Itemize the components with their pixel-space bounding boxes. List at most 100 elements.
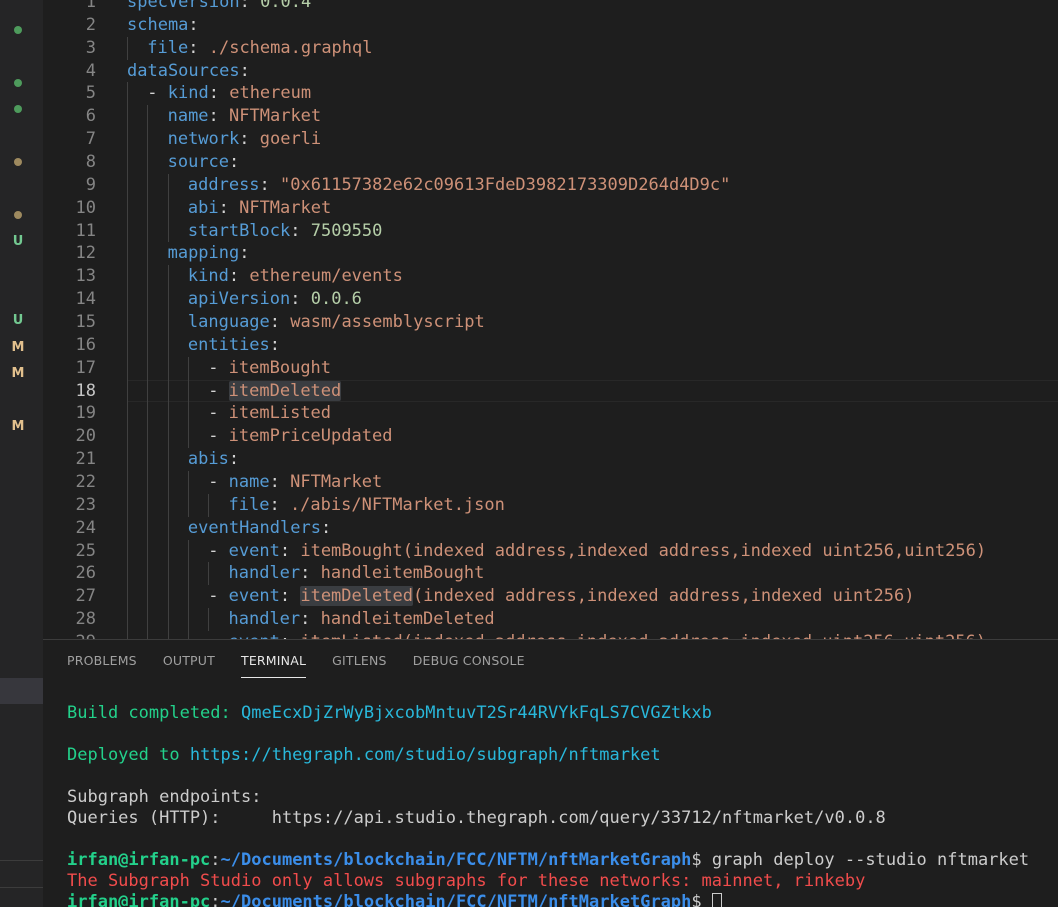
yaml-key: handler xyxy=(228,609,301,630)
editor-lines: 1 specVersion: 0.0.4 2 schema: 3 file: ./sche… xyxy=(43,0,1058,639)
indent-guide xyxy=(127,356,128,380)
code-line[interactable]: 4 dataSources: xyxy=(43,60,1058,83)
indent-guide xyxy=(147,379,149,403)
line-number: 10 xyxy=(75,197,96,218)
code-line[interactable]: 13 kind: ethereum/events xyxy=(43,265,1058,289)
code-text: - itemPriceUpdated xyxy=(208,425,392,448)
line-number: 9 xyxy=(85,174,96,195)
punctuation: : xyxy=(269,334,281,355)
punctuation: - xyxy=(208,540,229,561)
yaml-value: itemDeleted xyxy=(228,380,342,401)
indent-guide xyxy=(187,493,189,517)
yaml-key: abis xyxy=(187,449,229,470)
code-line[interactable]: 1 specVersion: 0.0.4 xyxy=(43,0,1058,14)
punctuation: - xyxy=(208,357,229,378)
indent-guide xyxy=(187,539,189,563)
indent-guide xyxy=(167,219,169,243)
indent-guide xyxy=(187,631,189,639)
code-line[interactable]: 27 - event: itemDeleted(indexed address,i… xyxy=(43,585,1058,609)
indent-guide xyxy=(167,425,169,449)
code-line[interactable]: 9 address: "0x61157382e62c09613FdeD398217… xyxy=(43,173,1058,197)
indent-guide xyxy=(147,585,149,609)
indent-guide xyxy=(147,425,149,449)
punctuation: - xyxy=(208,426,229,447)
indent-guide xyxy=(147,631,149,639)
code-text: source: xyxy=(168,151,240,174)
code-line[interactable]: 15 language: wasm/assemblyscript xyxy=(43,311,1058,334)
punctuation: : xyxy=(269,312,291,333)
code-line[interactable]: 12 mapping: xyxy=(43,242,1058,266)
code-line[interactable]: 16 entities: xyxy=(43,333,1058,357)
code-editor[interactable]: 1 specVersion: 0.0.4 2 schema: 3 file: ./sche… xyxy=(43,0,1058,639)
indent-guide xyxy=(167,539,169,563)
indent-guide xyxy=(167,493,169,517)
code-line[interactable]: 8 source: xyxy=(43,151,1058,174)
code-text: - event: itemListed(indexed address,inde… xyxy=(208,631,986,639)
code-text: address: "0x61157382e62c09613FdeD3982173… xyxy=(188,174,730,197)
code-text: apiVersion: 0.0.6 xyxy=(188,288,362,311)
tab-terminal[interactable]: TERMINAL xyxy=(240,640,307,678)
code-text: dataSources: xyxy=(127,60,250,83)
tab-output[interactable]: OUTPUT xyxy=(163,640,215,678)
git-modified-dot xyxy=(14,211,22,219)
punctuation: : xyxy=(188,14,199,35)
indent-guide xyxy=(147,105,149,129)
code-line[interactable]: 3 file: ./schema.graphql xyxy=(43,36,1058,60)
code-line[interactable]: 26 handler: handleitemBought xyxy=(43,562,1058,586)
yaml-value: NFTMarket xyxy=(239,197,332,218)
code-text: eventHandlers: xyxy=(188,517,331,540)
code-line[interactable]: 20 - itemPriceUpdated xyxy=(43,425,1058,449)
indent-guide xyxy=(127,471,128,494)
code-line[interactable]: 17 - itemBought xyxy=(43,356,1058,380)
indent-guide xyxy=(147,516,149,540)
indent-guide xyxy=(147,196,149,220)
yaml-value: ethereum/events xyxy=(249,266,403,287)
indent-guide xyxy=(187,608,189,632)
code-line[interactable]: 23 file: ./abis/NFTMarket.json xyxy=(43,493,1058,517)
code-line[interactable]: 5 - kind: ethereum xyxy=(43,82,1058,106)
indent-guide xyxy=(167,173,169,197)
line-number: 25 xyxy=(75,540,96,561)
line-number: 4 xyxy=(85,60,96,81)
line-number: 20 xyxy=(75,426,96,447)
yaml-value: itemBought xyxy=(228,357,332,378)
yaml-key: event xyxy=(228,586,280,607)
yaml-key: kind xyxy=(187,266,229,287)
punctuation: : xyxy=(218,197,240,218)
punctuation: : xyxy=(208,83,230,104)
indent-guide xyxy=(127,105,128,129)
code-line[interactable]: 19 - itemListed xyxy=(43,402,1058,426)
tab-debug-console[interactable]: DEBUG CONSOLE xyxy=(413,640,525,678)
code-text: - kind: ethereum xyxy=(147,82,311,105)
code-line[interactable]: 18 - itemDeleted xyxy=(43,379,1058,403)
indent-guide xyxy=(127,562,128,586)
code-line[interactable]: 24 eventHandlers: xyxy=(43,516,1058,540)
indent-guide xyxy=(167,265,169,289)
code-line[interactable]: 28 handler: handleitemDeleted xyxy=(43,608,1058,632)
yaml-value: itemPriceUpdated xyxy=(228,426,393,447)
code-line[interactable]: 10 abi: NFTMarket xyxy=(43,196,1058,220)
code-line[interactable]: 7 network: goerli xyxy=(43,128,1058,152)
terminal-blank xyxy=(67,766,1057,787)
git-added-dot xyxy=(14,26,22,34)
deployed-url[interactable]: https://thegraph.com/studio/subgraph/nft… xyxy=(190,745,661,765)
code-line[interactable]: 11 startBlock: 7509550 xyxy=(43,219,1058,243)
code-line[interactable]: 2 schema: xyxy=(43,14,1058,37)
code-line[interactable]: 6 name: NFTMarket xyxy=(43,105,1058,129)
terminal[interactable]: Build completed: QmeEcxDjZrWyBjxcobMntuv… xyxy=(67,703,1057,907)
code-line[interactable]: 14 apiVersion: 0.0.6 xyxy=(43,288,1058,312)
explorer-strip: U U M M M xyxy=(0,0,43,907)
code-line[interactable]: 22 - name: NFTMarket xyxy=(43,471,1058,494)
code-line[interactable]: 25 - event: itemBought(indexed address,in… xyxy=(43,539,1058,563)
code-line[interactable]: 29 - event: itemListed(indexed address,in… xyxy=(43,631,1058,639)
tab-gitlens[interactable]: GITLENS xyxy=(332,640,387,678)
punctuation: : xyxy=(239,129,260,150)
code-text: file: ./abis/NFTMarket.json xyxy=(229,494,505,517)
explorer-selected-row[interactable] xyxy=(0,678,43,704)
code-line[interactable]: 21 abis: xyxy=(43,448,1058,472)
yaml-key: name xyxy=(228,472,270,493)
queries-url[interactable]: https://api.studio.thegraph.com/query/33… xyxy=(272,808,886,828)
indent-guide xyxy=(147,288,149,312)
tab-problems[interactable]: PROBLEMS xyxy=(67,640,137,678)
line-number: 21 xyxy=(75,449,96,470)
